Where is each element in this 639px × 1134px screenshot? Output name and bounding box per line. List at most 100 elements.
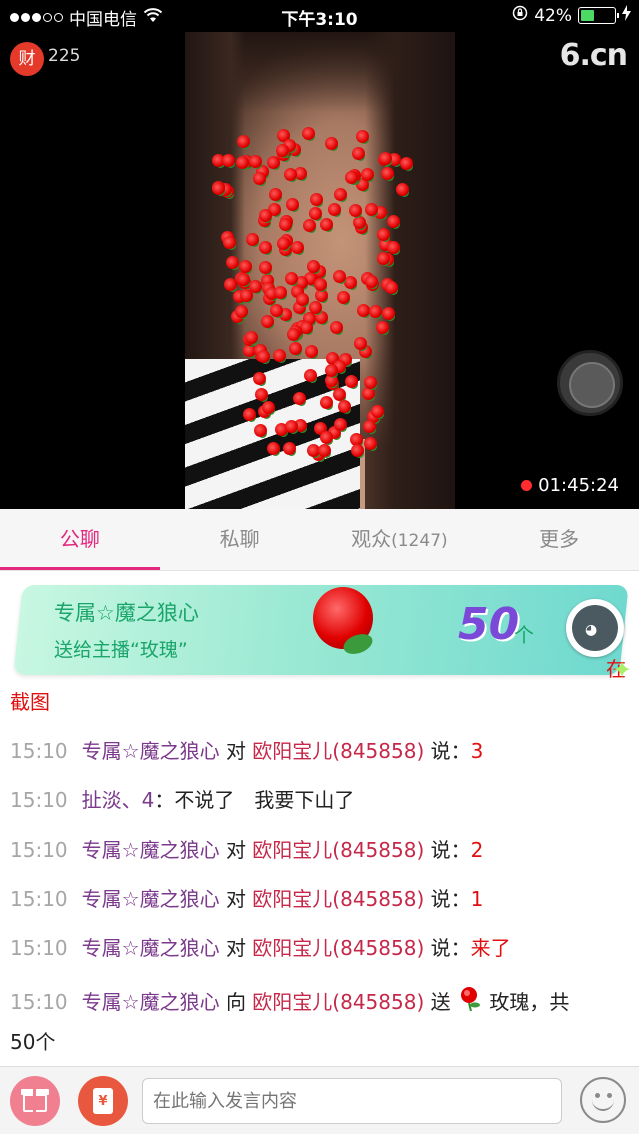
- message-time: 15:10: [10, 936, 68, 960]
- sparkle-icon: ✦: [612, 656, 633, 684]
- tab-private-chat-label: 私聊: [219, 527, 260, 551]
- message-target[interactable]: 欧阳宝儿(845858): [252, 887, 424, 911]
- message-target[interactable]: 欧阳宝儿(845858): [252, 739, 424, 763]
- rose-icon: [225, 255, 239, 269]
- message-target[interactable]: 欧阳宝儿(845858): [252, 990, 424, 1014]
- message-text: 不说了 我要下山了: [174, 788, 355, 812]
- message-target[interactable]: 欧阳宝儿(845858): [252, 936, 424, 960]
- rose-icon: [356, 129, 370, 143]
- tab-public-chat[interactable]: 公聊: [0, 509, 160, 570]
- rose-icon: [275, 143, 289, 157]
- rose-icon: [278, 218, 292, 232]
- gift-button[interactable]: [10, 1076, 60, 1126]
- gift-banner-unit: 个: [514, 623, 534, 647]
- rose-icon: [284, 272, 298, 286]
- rose-icon: [387, 241, 401, 255]
- message-target[interactable]: 欧阳宝儿(845858): [252, 838, 424, 862]
- message-verb: 向: [225, 990, 246, 1014]
- message-verb: 对: [225, 936, 246, 960]
- chat-input[interactable]: [142, 1078, 562, 1124]
- message-user[interactable]: 专属☆魔之狼心: [82, 990, 220, 1014]
- chat-partial-line: 截图: [10, 683, 629, 721]
- rose-icon: [324, 363, 338, 377]
- tab-more[interactable]: 更多: [479, 509, 639, 570]
- rose-icon: [245, 232, 259, 246]
- rose-icon: [395, 183, 409, 197]
- message-user[interactable]: 专属☆魔之狼心: [82, 739, 220, 763]
- rose-icon: [274, 286, 288, 300]
- red-envelope-button[interactable]: ¥: [78, 1076, 128, 1126]
- live-video[interactable]: 财 225 6.cn 01:45:24: [0, 32, 639, 509]
- rose-icon: [354, 336, 368, 350]
- tab-private-chat[interactable]: 私聊: [160, 509, 320, 570]
- message-says: 说：: [430, 936, 471, 960]
- rose-icon: [399, 156, 413, 170]
- rose-gift-animation: [200, 127, 420, 477]
- message-text: 来了: [470, 936, 511, 960]
- rose-icon: [333, 269, 347, 283]
- rose-icon: [300, 320, 314, 334]
- rose-icon: [261, 314, 275, 328]
- rose-icon: [364, 375, 378, 389]
- chat-message: 15:10 专属☆魔之狼心 向 欧阳宝儿(845858) 送 玫瑰，共 50个: [10, 983, 629, 1061]
- rose-icon: [337, 291, 351, 305]
- tab-more-label: 更多: [539, 527, 580, 551]
- rose-icon: [376, 321, 390, 335]
- rose-icon: [344, 275, 358, 289]
- message-says: 说：: [430, 739, 471, 763]
- battery-percent: 42%: [534, 5, 572, 26]
- rose-icon: [376, 251, 390, 265]
- rose-icon: [334, 187, 348, 201]
- rose-icon: [314, 288, 328, 302]
- rose-icon: [242, 407, 256, 421]
- rose-icon: [324, 136, 338, 150]
- chat-partial-text: 截图: [10, 690, 50, 714]
- rose-icon: [258, 260, 272, 274]
- rose-icon: [302, 127, 316, 141]
- rotation-lock-icon: [512, 5, 528, 26]
- live-timer: 01:45:24: [521, 475, 619, 496]
- message-says: 说：: [430, 887, 471, 911]
- message-time: 15:10: [10, 739, 68, 763]
- rose-icon: [344, 374, 358, 388]
- tab-audience[interactable]: 观众(1247): [320, 509, 480, 570]
- gift-banner-count: 50: [458, 599, 520, 650]
- rose-icon: [337, 399, 351, 413]
- rose-icon: [276, 237, 290, 251]
- avatar[interactable]: ◕ ‿: [566, 599, 624, 657]
- record-button[interactable]: [557, 350, 623, 416]
- status-bar: 中国电信 下午3:10 42%: [0, 0, 639, 32]
- charging-icon: [622, 5, 631, 26]
- message-says: 送: [430, 990, 451, 1014]
- emoji-button[interactable]: [580, 1077, 626, 1123]
- rose-icon: [285, 198, 299, 211]
- rose-icon: [266, 442, 280, 456]
- rose-icon: [284, 167, 298, 181]
- rose-icon: [267, 156, 281, 170]
- bottom-input-bar: ¥: [0, 1066, 639, 1134]
- rose-icon: [320, 395, 334, 409]
- rose-icon: [223, 278, 237, 292]
- gift-banner: 专属☆魔之狼心 送给主播“玫瑰” 50 个 ◕ ‿: [18, 585, 624, 675]
- recording-dot-icon: [521, 480, 533, 491]
- live-timer-text: 01:45:24: [538, 475, 619, 496]
- rose-icon: [239, 260, 253, 274]
- rose-icon: [262, 400, 276, 414]
- rose-icon: [370, 404, 384, 418]
- battery-fill: [581, 10, 594, 21]
- message-user[interactable]: 扯淡、4: [82, 788, 155, 812]
- rose-icon: [256, 350, 270, 364]
- message-user[interactable]: 专属☆魔之狼心: [82, 936, 220, 960]
- rose-icon: [293, 391, 307, 405]
- message-user[interactable]: 专属☆魔之狼心: [82, 838, 220, 862]
- message-user[interactable]: 专属☆魔之狼心: [82, 887, 220, 911]
- chat-message: 15:10 扯淡、4：不说了 我要下山了: [10, 781, 629, 819]
- message-text-cont: 50个: [10, 1029, 56, 1054]
- rose-icon: [333, 387, 347, 401]
- message-text: 2: [470, 838, 484, 862]
- site-logo: 6.cn: [559, 38, 628, 73]
- rose-icon: [308, 207, 322, 221]
- wealth-badge-icon[interactable]: 财: [10, 42, 44, 76]
- rose-icon: [306, 259, 320, 273]
- rose-icon: [290, 240, 304, 254]
